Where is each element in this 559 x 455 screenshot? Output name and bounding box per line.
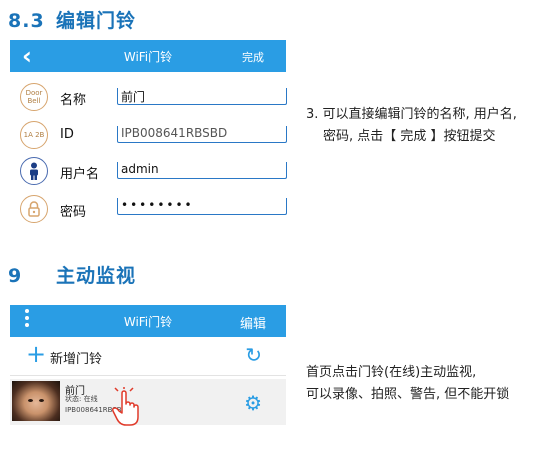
field-row-password: 密码 •••••••• (10, 192, 287, 228)
edit-description: 3. 可以直接编辑门铃的名称, 用户名, 密码, 点击【 完成 】按钮提交 (306, 104, 556, 148)
monitoring-description: 首页点击门铃(在线)主动监视, 可以录像、拍照、警告, 但不能开锁 (306, 362, 556, 406)
section-number: 9 (8, 265, 23, 287)
edit-doorbell-screen: ‹ WiFi门铃 完成 Door Bell 名称 前门 1A 2B ID IPB… (10, 40, 287, 232)
add-doorbell-label: 新增门铃 (50, 352, 103, 367)
user-icon (20, 157, 48, 185)
plus-icon: + (26, 340, 47, 368)
home-screen: WiFi门铃 编辑 + 新增门铃 ↻ 前门 状态: 在线 IPB008641RB… (10, 305, 286, 441)
field-row-username: 用户名 admin (10, 154, 287, 190)
doorbell-icon: Door Bell (20, 83, 48, 111)
settings-gear-icon[interactable]: ⚙ (244, 391, 262, 415)
refresh-icon[interactable]: ↻ (245, 343, 262, 367)
password-label: 密码 (60, 205, 87, 220)
description-line: 密码, 点击【 完成 】按钮提交 (323, 129, 496, 144)
id-label: ID (60, 127, 74, 142)
section-number: 8.3 (8, 10, 45, 32)
section-heading-edit-doorbell: 8.3 编辑门铃 (8, 6, 136, 33)
device-thumbnail (12, 381, 60, 421)
password-field[interactable]: •••••••• (117, 198, 287, 215)
app-header-bar: WiFi门铃 编辑 (10, 305, 286, 337)
id-icon-label: 1A 2B (23, 131, 45, 139)
doorbell-icon-label: Door Bell (25, 89, 43, 105)
doorbell-list-item[interactable]: 前门 状态: 在线 IPB008641RBSBD ⚙ (10, 379, 286, 426)
done-button[interactable]: 完成 (242, 49, 264, 65)
field-row-name: Door Bell 名称 前门 (10, 80, 287, 116)
description-line: 3. 可以直接编辑门铃的名称, 用户名, (306, 107, 517, 122)
description-line: 首页点击门铃(在线)主动监视, (306, 365, 477, 380)
edit-button[interactable]: 编辑 (240, 313, 266, 332)
username-label: 用户名 (60, 167, 100, 182)
id-icon: 1A 2B (20, 121, 48, 149)
tap-hand-icon (112, 387, 139, 426)
section-title: 主动监视 (56, 265, 137, 287)
name-label: 名称 (60, 93, 87, 108)
section-heading-active-monitoring: 9 主动监视 (8, 261, 136, 288)
lock-icon (20, 195, 48, 223)
device-status: 状态: 在线 (65, 395, 98, 403)
username-field[interactable]: admin (117, 162, 287, 179)
field-row-id: 1A 2B ID IPB008641RBSBD (10, 118, 287, 154)
app-header-bar: ‹ WiFi门铃 完成 (10, 40, 286, 72)
name-field[interactable]: 前门 (117, 88, 287, 105)
description-line: 可以录像、拍照、警告, 但不能开锁 (306, 387, 510, 402)
add-doorbell-row[interactable]: + 新增门铃 ↻ (10, 337, 286, 376)
id-field[interactable]: IPB008641RBSBD (117, 126, 287, 143)
section-title: 编辑门铃 (56, 10, 137, 32)
